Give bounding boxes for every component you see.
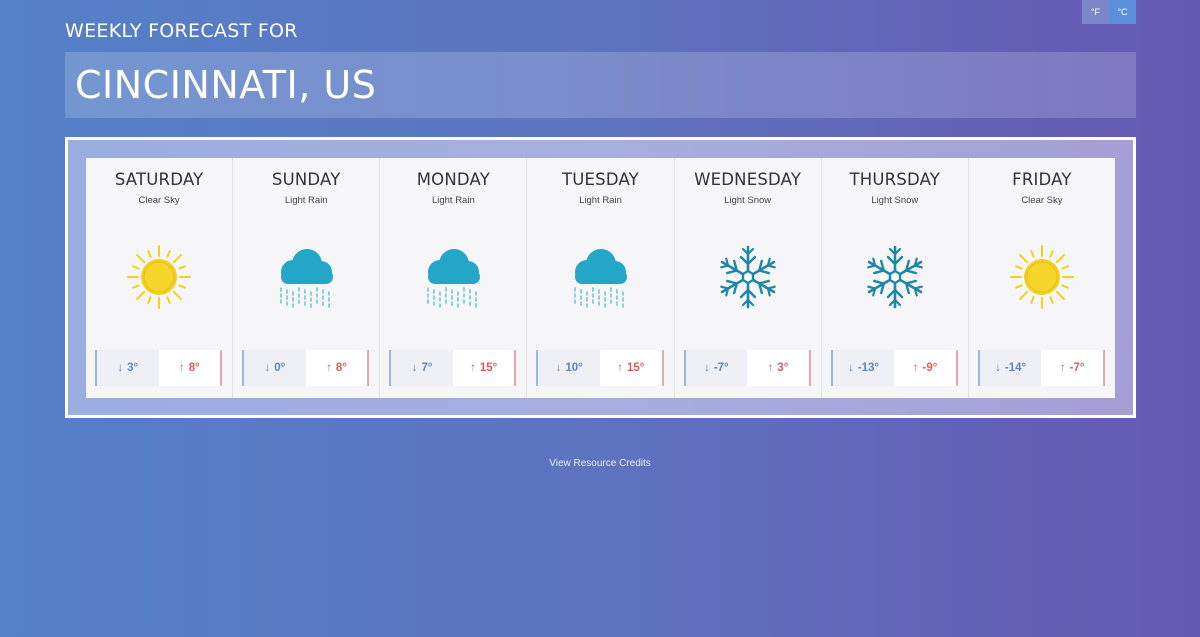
sun-icon [1007,242,1077,312]
day-description: Light Snow [724,195,772,206]
high-temp: ↑ -9° [894,350,958,386]
rain-cloud-icon [418,242,488,312]
city-bar: CINCINNATI, US [65,52,1136,118]
high-temp-value: -9° [922,362,938,374]
rain-cloud-icon [271,242,341,312]
down-arrow-icon: ↓ [264,362,271,374]
day-description: Light Rain [579,195,622,206]
high-temp: ↑ 3° [747,350,811,386]
up-arrow-icon: ↑ [470,362,476,374]
fahrenheit-button[interactable]: °F [1082,0,1109,24]
day-name: THURSDAY [849,170,941,189]
day-name: WEDNESDAY [694,170,802,189]
snowflake-icon [713,242,783,312]
day-card: THURSDAY Light Snow ↓ -13° ↑ -9° [821,158,969,398]
forecast-panel: SATURDAY Clear Sky ↓ 3° ↑ 8° SUNDAY Light … [65,137,1136,418]
day-card: TUESDAY Light Rain ↓ 10° ↑ 15° [527,158,675,398]
up-arrow-icon: ↑ [767,362,774,374]
day-name: SATURDAY [114,170,204,189]
low-temp-value: 7° [421,362,433,374]
day-card: WEDNESDAY Light Snow ↓ -7° ↑ 3° [674,158,822,398]
day-name: TUESDAY [562,170,639,189]
high-temp: ↑ 15° [600,350,664,386]
down-arrow-icon: ↓ [704,362,710,374]
day-name: SUNDAY [271,170,341,189]
low-temp-value: 3° [127,362,139,374]
day-name: FRIDAY [1012,170,1072,189]
unit-toggle: °F °C [1082,0,1136,24]
low-temp: ↓ 7° [389,350,453,386]
temperature-range: ↓ -7° ↑ 3° [683,350,811,386]
up-arrow-icon: ↑ [1059,362,1066,374]
resource-credits-link[interactable]: View Resource Credits [0,458,1200,469]
high-temp: ↑ 15° [452,350,517,386]
low-temp: ↓ -7° [683,350,748,386]
high-temp-value: 8° [335,362,347,374]
temperature-range: ↓ 0° ↑ 8° [242,350,370,386]
down-arrow-icon: ↓ [411,362,418,374]
low-temp-value: -7° [713,362,729,374]
high-temp-value: 8° [188,362,200,374]
up-arrow-icon: ↑ [178,362,185,374]
up-arrow-icon: ↑ [912,362,919,374]
high-temp-value: 15° [479,362,498,374]
low-temp-value: 0° [274,362,286,374]
high-temp-value: 15° [626,362,645,374]
day-description: Light Rain [284,195,328,206]
sun-icon [124,242,194,312]
day-card: SUNDAY Light Rain ↓ 0° ↑ 8° [233,158,381,398]
temperature-range: ↓ 3° ↑ 8° [95,350,223,386]
forecast-heading: WEEKLY FORECAST FOR [65,20,298,42]
city-name: CINCINNATI, US [75,63,377,107]
temperature-range: ↓ -13° ↑ -9° [830,350,958,386]
down-arrow-icon: ↓ [117,362,124,374]
temperature-range: ↓ 7° ↑ 15° [389,350,517,386]
day-card: MONDAY Light Rain ↓ 7° ↑ 15° [380,158,528,398]
day-description: Light Rain [431,195,475,206]
day-card: SATURDAY Clear Sky ↓ 3° ↑ 8° [86,158,234,398]
low-temp-value: 10° [565,362,583,374]
low-temp-value: -13° [857,362,879,374]
day-description: Clear Sky [1021,195,1063,206]
low-temp: ↓ 3° [95,350,159,386]
low-temp-value: -14° [1004,362,1027,374]
celsius-button[interactable]: °C [1109,0,1136,24]
down-arrow-icon: ↓ [848,362,854,374]
down-arrow-icon: ↓ [995,362,1001,374]
day-description: Clear Sky [138,195,180,206]
low-temp: ↓ -14° [977,350,1042,386]
up-arrow-icon: ↑ [617,362,623,374]
high-temp: ↑ 8° [305,350,370,386]
down-arrow-icon: ↓ [555,362,562,374]
day-description: Light Snow [871,195,919,206]
rain-cloud-icon [565,242,635,312]
day-name: MONDAY [416,170,490,189]
temperature-range: ↓ 10° ↑ 15° [536,350,664,386]
temperature-range: ↓ -14° ↑ -7° [977,350,1105,386]
high-temp-value: 3° [777,362,789,374]
low-temp: ↓ -13° [830,350,895,386]
low-temp: ↓ 0° [242,350,306,386]
snowflake-icon [860,242,930,312]
day-card: FRIDAY Clear Sky ↓ -14° ↑ -7° [968,158,1115,398]
up-arrow-icon: ↑ [326,362,332,374]
low-temp: ↓ 10° [536,350,600,386]
high-temp-value: -7° [1069,362,1085,374]
high-temp: ↑ -7° [1041,350,1105,386]
day-list: SATURDAY Clear Sky ↓ 3° ↑ 8° SUNDAY Light … [86,158,1115,398]
high-temp: ↑ 8° [158,350,223,386]
